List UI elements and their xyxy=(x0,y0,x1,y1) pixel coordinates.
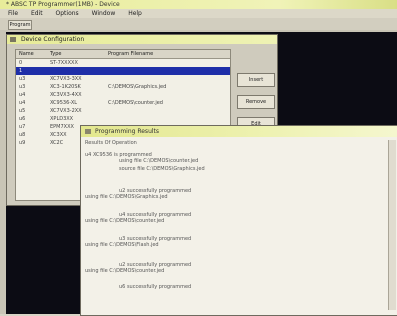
results-window-title-bar[interactable]: Programming Results xyxy=(81,126,397,137)
device-cell: EPM7XXX xyxy=(50,124,74,130)
col-type[interactable]: Type xyxy=(50,50,61,58)
device-window-title-bar[interactable]: Device Configuration xyxy=(7,35,277,44)
col-name[interactable]: Name xyxy=(19,50,34,58)
app-window: * ABSC TP Programmer(1MB) - Device File … xyxy=(0,0,397,316)
device-cell: u6 xyxy=(19,116,26,122)
device-cell: u4 xyxy=(19,92,26,98)
system-menu-icon[interactable] xyxy=(10,37,16,42)
device-cell: XPLD3XX xyxy=(50,116,74,122)
result-line: using file C:\DEMOS\Flash.jed xyxy=(85,242,159,248)
device-cell: u3 xyxy=(19,84,26,90)
result-line: u6 successfully programmed xyxy=(119,284,192,290)
device-row[interactable]: u3 XC3-1K20SK C:\DEMOS\Graphics.jed xyxy=(16,83,230,91)
program-button[interactable]: Program xyxy=(8,20,32,30)
system-menu-icon[interactable] xyxy=(85,129,91,134)
result-line: using file C:\DEMOS\counter.jed xyxy=(85,218,165,224)
device-row[interactable]: 1 xyxy=(16,67,230,75)
result-line: using file C:\DEMOS\counter.jed xyxy=(119,158,199,164)
results-window-title: Programming Results xyxy=(95,128,160,135)
results-window: Programming Results Results Of Operation… xyxy=(80,125,397,316)
device-row[interactable]: u3 XC7VX3-3XX xyxy=(16,75,230,83)
result-line: using file C:\DEMOS\counter.jed xyxy=(85,268,165,274)
device-cell: 0 xyxy=(19,60,23,66)
device-cell: 1 xyxy=(19,68,23,74)
device-cell: XC3XX xyxy=(50,132,67,138)
results-header: Results Of Operation xyxy=(85,140,137,146)
device-row[interactable]: u4 XC3VX3-4XX xyxy=(16,91,230,99)
device-cell: u7 xyxy=(19,124,26,130)
device-cell: C:\DEMOS\counter.jed xyxy=(108,100,163,106)
device-row[interactable]: 0 ST-7XXXXX xyxy=(16,59,230,67)
menu-edit[interactable]: Edit xyxy=(31,10,43,17)
device-row[interactable]: u4 XC9536-XL C:\DEMOS\counter.jed xyxy=(16,99,230,107)
app-title: * ABSC TP Programmer(1MB) - Device xyxy=(6,1,120,8)
result-line: source file C:\DEMOS\Graphics.jed xyxy=(119,166,205,172)
device-cell: u3 xyxy=(19,76,26,82)
result-line: using file C:\DEMOS\Graphics.jed xyxy=(85,194,168,200)
menu-bar: File Edit Options Window Help xyxy=(0,9,397,18)
device-cell: ST-7XXXXX xyxy=(50,60,78,66)
device-cell: XC2C xyxy=(50,140,64,146)
results-scrollbar[interactable] xyxy=(388,140,396,310)
device-cell: u9 xyxy=(19,140,26,146)
device-cell: C:\DEMOS\Graphics.jed xyxy=(108,84,167,90)
menu-window[interactable]: Window xyxy=(92,10,116,17)
device-cell: u4 xyxy=(19,100,26,106)
menu-help[interactable]: Help xyxy=(128,10,142,17)
device-cell: XC7VX3-3XX xyxy=(50,76,82,82)
device-cell: XC7VX3-2XX xyxy=(50,108,82,114)
results-text: Results Of Operation u4 XC9536 is progra… xyxy=(85,140,385,310)
device-cell: XC3VX3-4XX xyxy=(50,92,82,98)
device-cell: XC9536-XL xyxy=(50,100,78,106)
menu-options[interactable]: Options xyxy=(56,10,79,17)
device-cell: u5 xyxy=(19,108,26,114)
device-window-title: Device Configuration xyxy=(21,36,85,43)
remove-button[interactable]: Remove xyxy=(237,95,275,109)
device-list-header: Name Type Program Filename xyxy=(16,50,230,59)
device-row[interactable]: u6 XPLD3XX xyxy=(16,115,230,123)
toolbar: Program xyxy=(0,18,397,30)
device-cell: XC3-1K20SK xyxy=(50,84,81,90)
device-cell: u8 xyxy=(19,132,26,138)
app-title-bar: * ABSC TP Programmer(1MB) - Device xyxy=(0,0,397,9)
device-row[interactable]: u5 XC7VX3-2XX xyxy=(16,107,230,115)
menu-file[interactable]: File xyxy=(8,10,18,17)
col-filename[interactable]: Program Filename xyxy=(108,50,153,58)
insert-button[interactable]: Insert xyxy=(237,73,275,87)
